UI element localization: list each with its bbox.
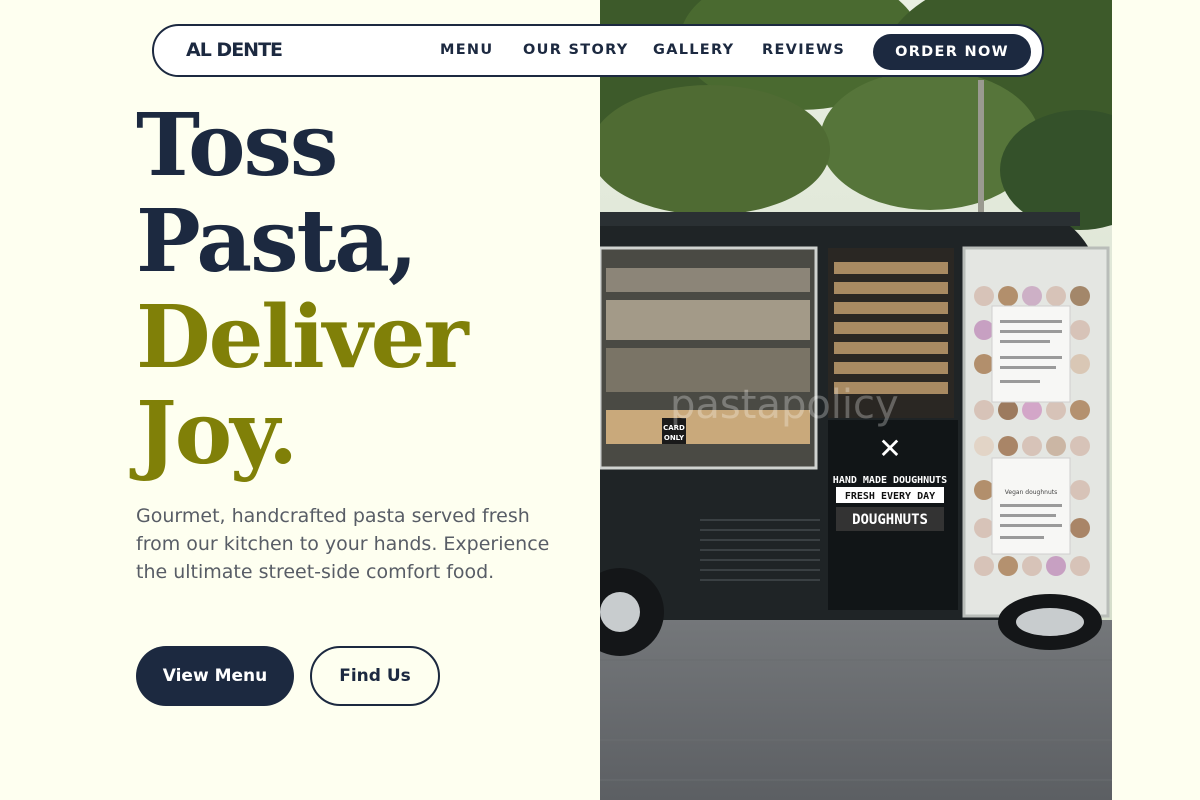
hero-photo: CARD ONLY ✕ HAND MADE DOUGHNUTS FRESH EV… — [600, 0, 1112, 800]
navbar: AL DENTE MENU OUR STORY GALLERY REVIEWS … — [152, 24, 1044, 77]
order-now-button[interactable]: ORDER NOW — [873, 34, 1031, 70]
headline-line-2: Pasta, — [136, 191, 418, 292]
cross-logo-icon: ✕ — [878, 432, 901, 465]
truck-sign-line3: DOUGHNUTS — [852, 512, 928, 528]
brand-logo[interactable]: AL DENTE — [186, 39, 283, 61]
nav-link-gallery[interactable]: GALLERY — [653, 42, 734, 58]
nav-link-menu[interactable]: MENU — [440, 42, 493, 58]
headline-line-3: Deliver — [136, 287, 469, 388]
hero-headline: Toss Pasta, Deliver Joy. — [136, 95, 469, 484]
nav-link-reviews[interactable]: REVIEWS — [762, 42, 845, 58]
view-menu-button[interactable]: View Menu — [136, 646, 294, 706]
hero-tagline: Gourmet, handcrafted pasta served fresh … — [136, 505, 550, 583]
vegan-poster-heading: Vegan doughnuts — [1005, 489, 1058, 496]
photo-watermark: pastapolicy — [670, 382, 899, 428]
truck-sign-line1: HAND MADE DOUGHNUTS — [833, 475, 947, 486]
headline-line-4: Joy. — [136, 383, 298, 484]
nav-link-our-story[interactable]: OUR STORY — [523, 42, 629, 58]
food-truck-image: CARD ONLY ✕ HAND MADE DOUGHNUTS FRESH EV… — [600, 0, 1112, 800]
truck-sign-line2: FRESH EVERY DAY — [845, 491, 935, 502]
card-only-sign-2: ONLY — [664, 434, 685, 442]
headline-line-1: Toss — [136, 95, 338, 196]
find-us-button[interactable]: Find Us — [310, 646, 440, 706]
